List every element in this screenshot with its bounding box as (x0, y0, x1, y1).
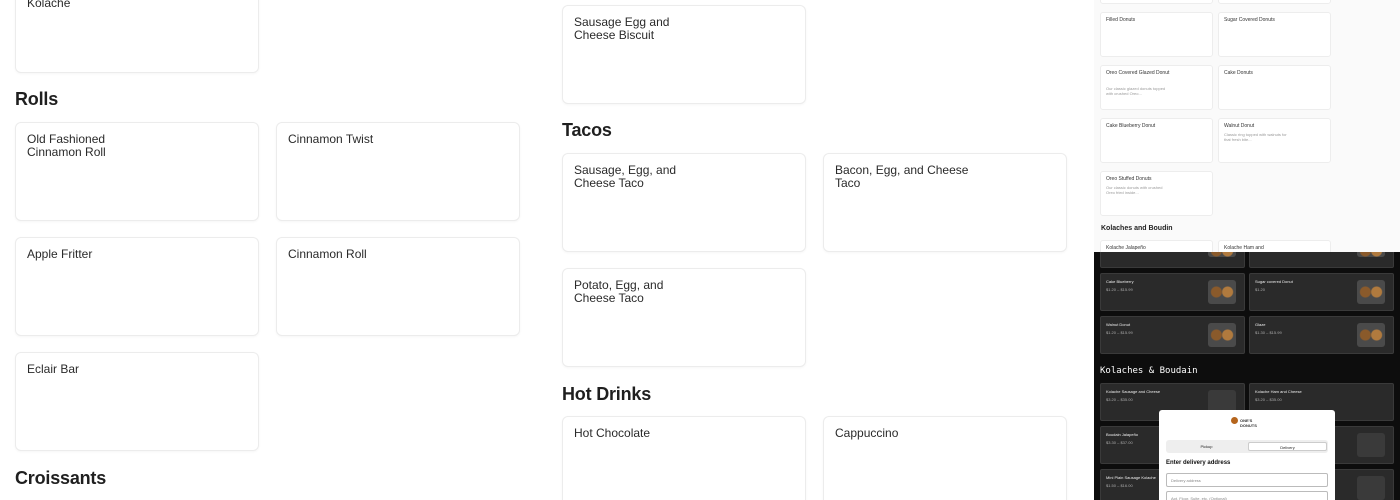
preview-item-title: Kolache Ham and (1224, 245, 1264, 251)
menu-item-card[interactable]: Bacon, Egg, and Cheese Taco (823, 153, 1067, 252)
delivery-option[interactable]: Delivery (1248, 442, 1327, 451)
menu-item-name: Hot Chocolate (574, 426, 651, 440)
delivery-address-input[interactable]: Delivery address (1166, 473, 1328, 487)
light-menu-preview: Filled Donuts Sugar Covered Donuts Oreo … (1094, 0, 1400, 252)
preview-item-title: Kolache Sausage and Cheese (1106, 389, 1161, 394)
menu-item-name: Old Fashioned Cinnamon Roll (27, 132, 106, 159)
preview-item-title: Filled Donuts (1106, 17, 1136, 23)
donut-image (1208, 280, 1236, 304)
preview-item-price: $1.20 – $15.99 (1106, 287, 1133, 292)
preview-item-card[interactable]: Oreo Stuffed Donuts Our classic donuts w… (1100, 171, 1213, 216)
menu-item-name: Eclair Bar (27, 362, 80, 376)
donut-image (1357, 252, 1385, 257)
preview-item-card[interactable]: Kolache Ham and (1218, 240, 1331, 252)
preview-item-title: Boudain Jalapeño (1106, 432, 1139, 437)
menu-item-name: Cinnamon Twist (288, 132, 374, 146)
kolache-image (1357, 433, 1385, 457)
preview-item-card[interactable] (1100, 0, 1213, 4)
preview-item-desc: Our classic glazed donuts topped with cr… (1106, 86, 1166, 96)
preview-item-card[interactable]: Cake Donuts (1218, 65, 1331, 110)
menu-item-name: Sausage Egg and Cheese Biscuit (574, 15, 670, 42)
fulfillment-toggle: Pickup Delivery (1166, 440, 1328, 453)
preview-item-card[interactable] (1100, 252, 1245, 268)
preview-item-card[interactable]: Cake Blueberry Donut (1100, 118, 1213, 163)
preview-item-card[interactable]: Walnut Donut $1.20 – $15.99 (1100, 316, 1245, 354)
preview-item-card[interactable]: Oreo Covered Glazed Donut Our classic gl… (1100, 65, 1213, 110)
menu-item-card[interactable]: Eclair Bar (15, 352, 259, 451)
section-title-croissants: Croissants (15, 468, 107, 488)
delivery-modal: ONE'S DONUTS Pickup Delivery Enter deliv… (1159, 410, 1335, 500)
menu-item-name: Bacon, Egg, and Cheese Taco (835, 163, 969, 190)
preview-item-title: Cake Blueberry (1106, 279, 1134, 284)
menu-item-card[interactable]: Hot Chocolate (562, 416, 806, 500)
menu-item-name: Cinnamon Roll (288, 247, 367, 261)
menu-item-card[interactable]: Old Fashioned Cinnamon Roll (15, 122, 259, 221)
preview-item-title: Cake Donuts (1224, 70, 1253, 76)
preview-item-desc: Classic ring topped with walnuts for tha… (1224, 132, 1287, 142)
menu-item-card[interactable]: Cappuccino (823, 416, 1067, 500)
delivery-heading: Enter delivery address (1166, 460, 1231, 466)
preview-item-price: $1.30 – $15.99 (1255, 330, 1282, 335)
kolache-image (1357, 476, 1385, 500)
section-title-hot-drinks: Hot Drinks (562, 384, 652, 404)
preview-item-price: $3.30 – $37.00 (1106, 440, 1133, 445)
menu-item-card[interactable]: Cinnamon Roll (276, 237, 520, 336)
preview-item-title: Kolache Jalapeño (1106, 245, 1146, 251)
preview-item-price: $3.20 – $35.00 (1255, 397, 1282, 402)
section-title-tacos: Tacos (562, 120, 612, 140)
apt-input[interactable]: Apt, Floor, Suite, etc. (Optional) (1166, 491, 1328, 500)
preview-item-title: Glaze (1255, 322, 1266, 327)
menu-item-card[interactable]: Apple Fritter (15, 237, 259, 336)
preview-item-card[interactable]: Glaze $1.30 – $15.99 (1249, 316, 1394, 354)
menu-item-name: Sausage, Egg, and Cheese Taco (574, 163, 677, 190)
preview-item-price: $3.20 – $35.00 (1106, 397, 1133, 402)
menu-item-card[interactable]: Sausage Egg and Cheese Biscuit (562, 5, 806, 104)
preview-item-title: Cake Blueberry Donut (1106, 123, 1156, 129)
preview-item-card[interactable] (1249, 252, 1394, 268)
preview-item-title: Kolache Ham and Cheese (1255, 389, 1302, 394)
donut-image (1208, 252, 1236, 257)
menu-item-card[interactable]: Cinnamon Twist (276, 122, 520, 221)
menu-item-card[interactable]: Kolache (15, 0, 259, 73)
logo-text: ONE'S DONUTS (1240, 418, 1257, 428)
preview-section-title: Kolaches and Boudin (1101, 225, 1173, 232)
preview-item-title: Oreo Covered Glazed Donut (1106, 70, 1170, 76)
preview-item-price: $1.20 (1255, 287, 1266, 292)
preview-item-title: Walnut Donut (1106, 322, 1131, 327)
preview-item-title: Sugar covered Donut (1255, 279, 1293, 284)
preview-item-price: $1.50 – $16.00 (1106, 483, 1133, 488)
preview-section-title: Kolaches & Boudain (1100, 366, 1198, 376)
brand-logo: ONE'S DONUTS (1231, 416, 1263, 428)
donut-logo-icon (1231, 417, 1238, 424)
menu-item-card[interactable]: Sausage, Egg, and Cheese Taco (562, 153, 806, 252)
preview-item-card[interactable]: Filled Donuts (1100, 12, 1213, 57)
preview-item-title: Sugar Covered Donuts (1224, 17, 1275, 23)
preview-item-card[interactable]: Walnut Donut Classic ring topped with wa… (1218, 118, 1331, 163)
dark-menu-preview: Cake Blueberry $1.20 – $15.99 Sugar cove… (1094, 252, 1400, 500)
preview-item-card[interactable]: Cake Blueberry $1.20 – $15.99 (1100, 273, 1245, 311)
donut-image (1357, 323, 1385, 347)
preview-item-card[interactable]: Sugar Covered Donuts (1218, 12, 1331, 57)
donut-image (1357, 280, 1385, 304)
menu-item-card[interactable]: Potato, Egg, and Cheese Taco (562, 268, 806, 367)
preview-item-title: Oreo Stuffed Donuts (1106, 176, 1152, 182)
preview-item-card[interactable] (1218, 0, 1331, 4)
preview-item-title: Walnut Donut (1224, 123, 1255, 129)
section-title-rolls: Rolls (15, 89, 59, 109)
preview-item-price: $1.20 – $15.99 (1106, 330, 1133, 335)
preview-item-card[interactable]: Sugar covered Donut $1.20 (1249, 273, 1394, 311)
pickup-option[interactable]: Pickup (1167, 442, 1246, 451)
donut-image (1208, 323, 1236, 347)
menu-item-name: Potato, Egg, and Cheese Taco (574, 278, 664, 305)
preview-item-title: Mini Plain Sausage Kolache (1106, 475, 1156, 480)
preview-item-desc: Our classic donuts with crushed Oreo fri… (1106, 185, 1163, 195)
preview-item-card[interactable]: Kolache Jalapeño (1100, 240, 1213, 252)
menu-item-name: Cappuccino (835, 426, 899, 440)
menu-item-name: Kolache (27, 0, 71, 10)
menu-item-name: Apple Fritter (27, 247, 93, 261)
